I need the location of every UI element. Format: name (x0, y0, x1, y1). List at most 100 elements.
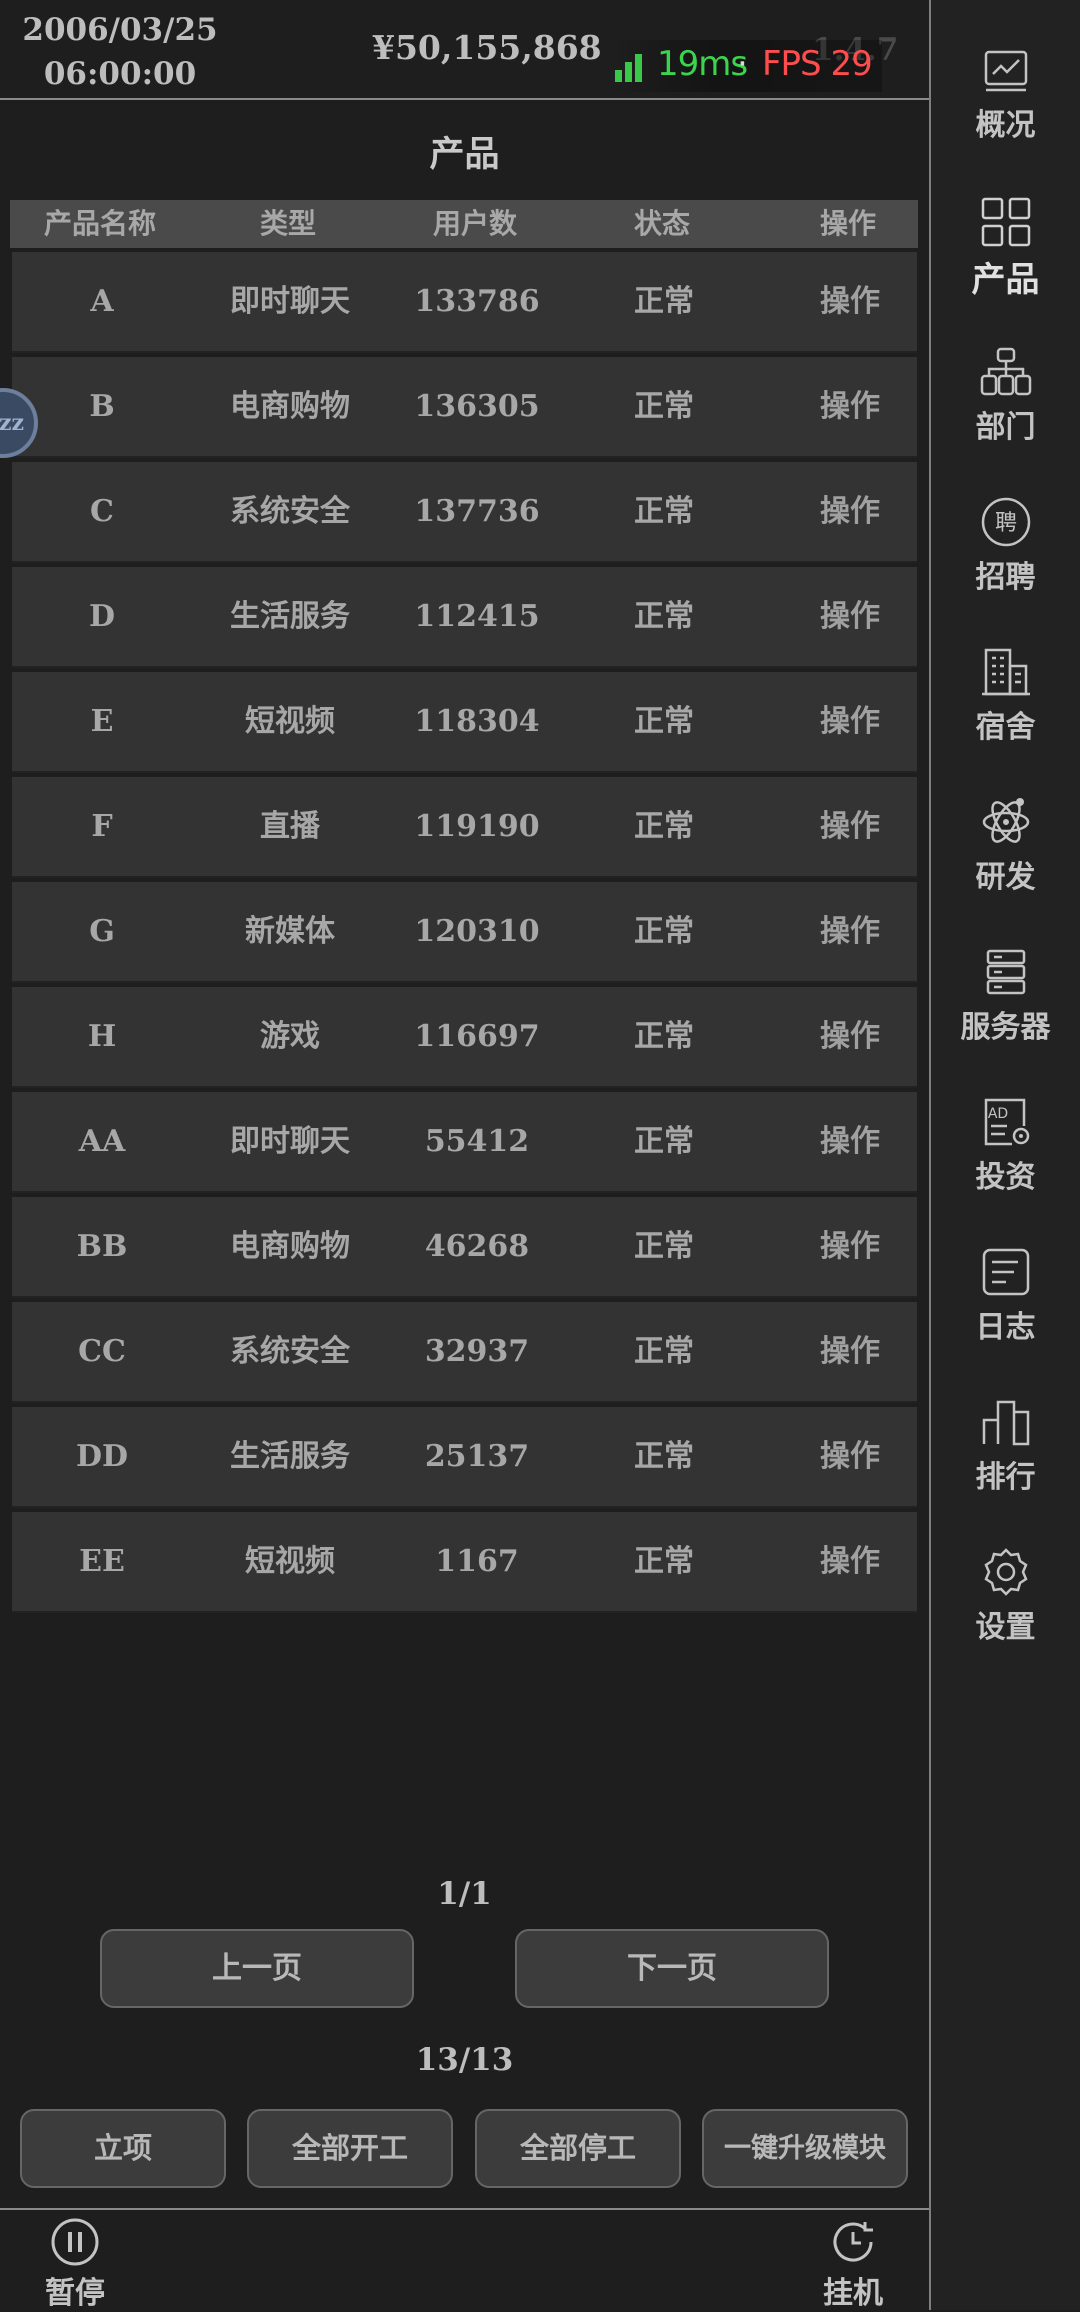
new-project-button[interactable]: 立项 (20, 2109, 226, 2188)
sidebar-item-label: 设置 (975, 1610, 1036, 1645)
sidebar-item-dorm[interactable]: 宿舍 (931, 646, 1080, 786)
row-action-button[interactable]: 操作 (758, 357, 942, 456)
row-action-button[interactable]: 操作 (758, 462, 942, 561)
sidebar-item-settings[interactable]: 设置 (931, 1546, 1080, 1686)
page-indicator: 1/1 (437, 1876, 492, 1912)
product-status: 正常 (634, 914, 694, 949)
row-action-button[interactable]: 操作 (758, 1197, 942, 1296)
table-row: BB 电商购物 46268 正常 操作 (12, 1197, 917, 1298)
row-action-button[interactable]: 操作 (758, 1512, 942, 1611)
user-count: 120310 (414, 914, 540, 949)
column-header-name: 产品名称 (43, 207, 156, 240)
table-row: EE 短视频 1167 正常 操作 (12, 1512, 917, 1613)
table-row: H 游戏 116697 正常 操作 (12, 987, 917, 1088)
product-name: DD (75, 1439, 129, 1474)
product-status: 正常 (634, 494, 694, 529)
product-status: 正常 (634, 1229, 694, 1264)
product-type: 即时聊天 (230, 284, 350, 319)
next-page-button[interactable]: 下一页 (515, 1929, 829, 2008)
product-name: C (90, 494, 114, 529)
row-action-button[interactable]: 操作 (758, 987, 942, 1086)
product-type: 即时聊天 (230, 1124, 350, 1159)
product-type: 短视频 (245, 1544, 335, 1579)
game-time: 06:00:00 (43, 56, 197, 92)
svg-text:AD: AD (987, 1106, 1007, 1122)
product-type: 游戏 (260, 1019, 320, 1054)
log-icon (982, 1248, 1029, 1296)
start-all-button[interactable]: 全部开工 (247, 2109, 453, 2188)
product-status: 正常 (634, 1019, 694, 1054)
product-count: 13/13 (415, 2042, 514, 2078)
product-status: 正常 (634, 389, 694, 424)
product-status: 正常 (634, 1124, 694, 1159)
idle-button[interactable]: 挂机 (808, 2216, 898, 2312)
product-type: 直播 (260, 809, 320, 844)
sidebar-item-log[interactable]: 日志 (931, 1246, 1080, 1386)
product-name: BB (76, 1229, 128, 1264)
sidebar-item-departments[interactable]: 部门 (931, 346, 1080, 486)
main-panel: 2006/03/25 06:00:00 ¥50,155,868 1.4.7 19… (0, 0, 929, 2312)
sidebar-item-products[interactable]: 产品 (931, 196, 1080, 336)
table-row: CC 系统安全 32937 正常 操作 (12, 1302, 917, 1403)
server-icon (986, 949, 1025, 995)
product-name: G (89, 914, 115, 949)
sidebar-item-label: 投资 (975, 1160, 1036, 1195)
prev-page-button[interactable]: 上一页 (100, 1929, 414, 2008)
user-count: 137736 (414, 494, 540, 529)
ranking-icon (982, 1400, 1029, 1446)
table-row: AA 即时聊天 55412 正常 操作 (12, 1092, 917, 1193)
chart-icon (984, 50, 1027, 92)
sidebar-item-label: 宿舍 (975, 710, 1036, 745)
sidebar-item-label: 研发 (975, 860, 1036, 895)
money-balance: ¥50,155,868 (372, 28, 602, 67)
sidebar-item-label: 招聘 (975, 560, 1036, 595)
row-action-button[interactable]: 操作 (758, 882, 942, 981)
product-name: B (89, 389, 115, 424)
product-name: AA (78, 1124, 126, 1159)
product-name: A (90, 284, 114, 319)
user-count: 116697 (414, 1019, 540, 1054)
pause-label: 暂停 (45, 2276, 105, 2311)
upgrade-all-button[interactable]: 一键升级模块 (702, 2109, 908, 2188)
sidebar-item-research[interactable]: 研发 (931, 796, 1080, 936)
product-type: 生活服务 (230, 599, 350, 634)
table-row: C 系统安全 137736 正常 操作 (12, 462, 917, 563)
product-name: H (87, 1019, 117, 1054)
row-action-button[interactable]: 操作 (758, 777, 942, 876)
gear-icon (983, 1548, 1028, 1596)
sidebar-item-ranking[interactable]: 排行 (931, 1396, 1080, 1536)
game-datetime: 2006/03/25 06:00:00 (20, 8, 220, 96)
product-name: D (88, 599, 115, 634)
table-row: D 生活服务 112415 正常 操作 (12, 567, 917, 668)
row-action-button[interactable]: 操作 (758, 672, 942, 771)
bottom-bar: 暂停 挂机 (0, 2208, 929, 2312)
row-action-button[interactable]: 操作 (758, 567, 942, 666)
sidebar-item-overview[interactable]: 概况 (931, 46, 1080, 186)
user-count: 46268 (424, 1229, 530, 1264)
sidebar-item-label: 服务器 (960, 1010, 1051, 1045)
product-type: 新媒体 (245, 914, 335, 949)
product-name: EE (79, 1544, 125, 1579)
atom-icon (982, 798, 1029, 843)
status-bar: 2006/03/25 06:00:00 ¥50,155,868 1.4.7 19… (0, 0, 929, 100)
pause-button[interactable]: 暂停 (30, 2216, 120, 2312)
product-type: 电商购物 (230, 389, 350, 424)
sidebar-item-invest[interactable]: AD 投资 (931, 1096, 1080, 1236)
user-count: 1167 (435, 1544, 519, 1579)
row-action-button[interactable]: 操作 (758, 252, 942, 351)
row-action-button[interactable]: 操作 (758, 1302, 942, 1401)
sidebar-item-recruit[interactable]: 聘 招聘 (931, 496, 1080, 636)
row-action-button[interactable]: 操作 (758, 1092, 942, 1191)
fps-readout: FPS 29 (762, 44, 873, 84)
stop-all-button[interactable]: 全部停工 (475, 2109, 681, 2188)
row-action-button[interactable]: 操作 (758, 1407, 942, 1506)
svg-text:聘: 聘 (994, 511, 1016, 536)
table-row: E 短视频 118304 正常 操作 (12, 672, 917, 773)
sidebar-item-label: 部门 (975, 410, 1036, 445)
product-name: E (90, 704, 114, 739)
sidebar-item-servers[interactable]: 服务器 (931, 946, 1080, 1086)
user-count: 112415 (414, 599, 540, 634)
user-count: 119190 (414, 809, 540, 844)
product-name: CC (78, 1334, 126, 1369)
product-type: 电商购物 (230, 1229, 350, 1264)
